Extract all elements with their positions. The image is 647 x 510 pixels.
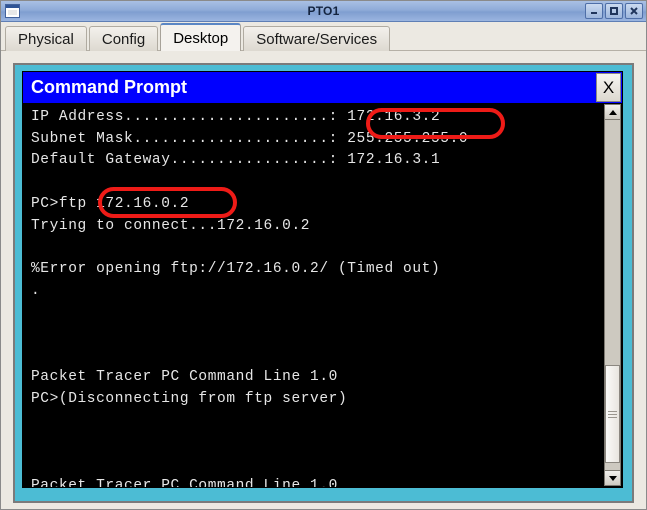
tab-desktop[interactable]: Desktop	[160, 23, 242, 51]
terminal-body[interactable]: IP Address......................: 172.16…	[23, 103, 622, 487]
terminal-output: IP Address......................: 172.16…	[31, 109, 469, 487]
command-prompt-title: Command Prompt	[31, 77, 188, 97]
close-icon	[630, 7, 638, 15]
scroll-down-button[interactable]	[604, 470, 621, 486]
tab-physical-label: Physical	[18, 30, 74, 48]
desktop-panel: Command Prompt X IP Address.............…	[1, 51, 646, 509]
terminal-scrollbar[interactable]	[604, 104, 621, 486]
minimize-button[interactable]	[585, 3, 603, 19]
window-icon	[5, 4, 20, 18]
tab-config[interactable]: Config	[88, 26, 159, 51]
page-title: PTO1	[307, 4, 340, 18]
scroll-up-icon	[608, 109, 617, 115]
tab-physical[interactable]: Physical	[5, 26, 87, 51]
window-controls	[585, 3, 646, 19]
command-prompt-close-button[interactable]: X	[596, 73, 621, 102]
tab-desktop-label: Desktop	[173, 29, 229, 47]
command-prompt-titlebar: Command Prompt X	[23, 72, 622, 103]
desktop-background: Command Prompt X IP Address.............…	[13, 63, 634, 503]
minimize-icon	[591, 12, 597, 14]
scrollbar-thumb[interactable]	[605, 365, 620, 463]
tab-software-services-label: Software/Services	[256, 30, 378, 48]
device-window: PTO1 Physical Config Desktop Software/Se…	[0, 0, 647, 510]
tab-software-services[interactable]: Software/Services	[243, 26, 391, 51]
tab-config-label: Config	[101, 30, 146, 48]
scrollbar-track[interactable]	[604, 120, 621, 470]
scrollbar-grip-icon	[608, 409, 617, 420]
device-tabbar: Physical Config Desktop Software/Service…	[1, 22, 646, 51]
scroll-down-icon	[608, 475, 617, 481]
window-titlebar: PTO1	[1, 1, 646, 22]
maximize-button[interactable]	[605, 3, 623, 19]
maximize-icon	[610, 7, 618, 15]
close-button[interactable]	[625, 3, 643, 19]
command-prompt-window: Command Prompt X IP Address.............…	[22, 71, 623, 488]
scroll-up-button[interactable]	[604, 104, 621, 120]
